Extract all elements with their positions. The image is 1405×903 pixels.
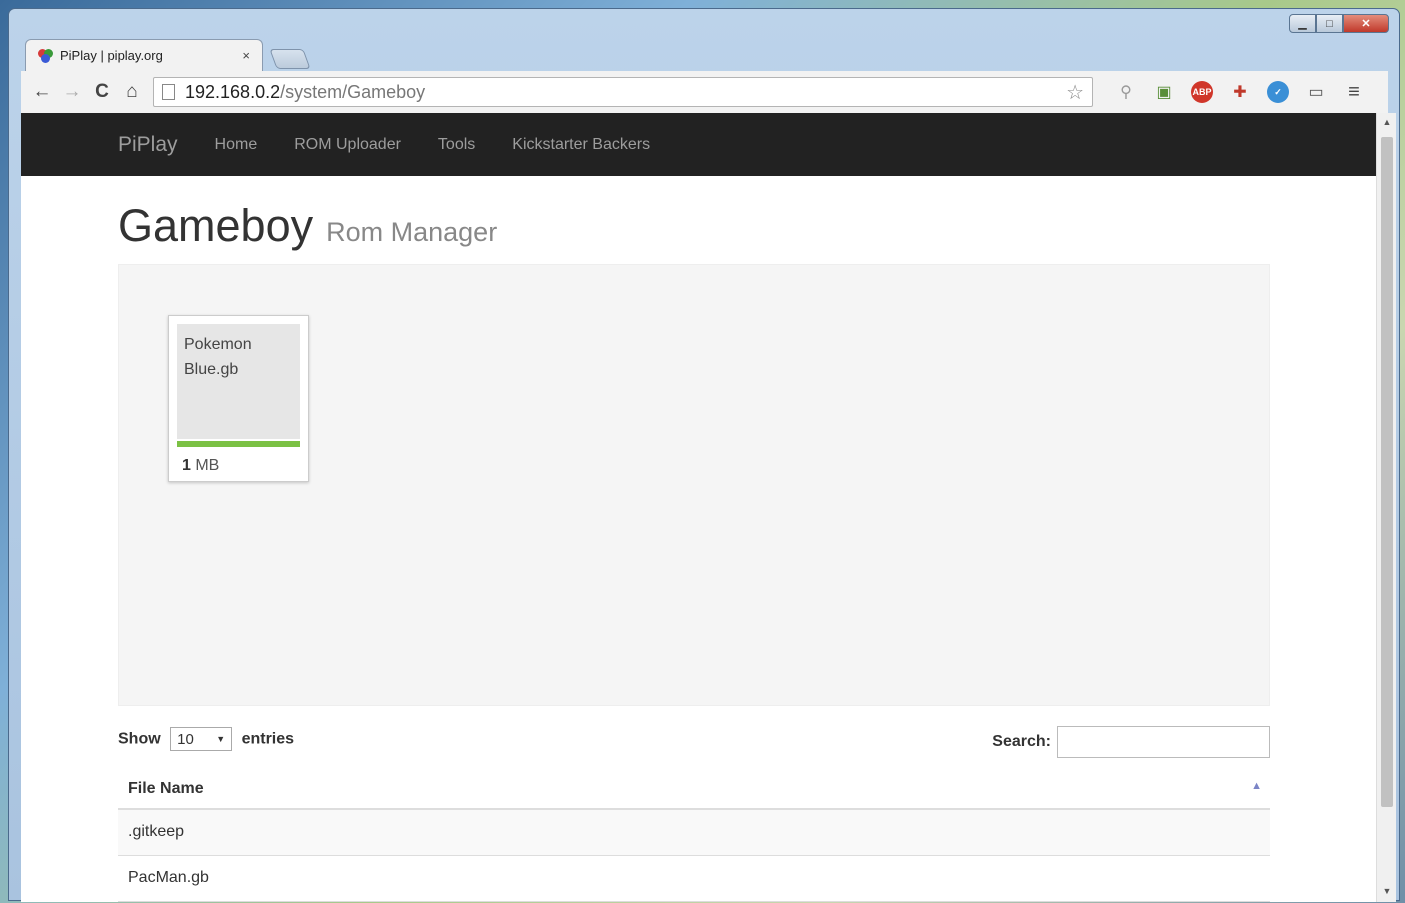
scroll-down-icon[interactable]: ▼ [1377,886,1397,896]
search-input[interactable] [1057,726,1270,758]
site-navbar: PiPlay Home ROM Uploader Tools Kickstart… [21,113,1376,176]
url-path: /system/Gameboy [280,81,426,102]
url-host: 192.168.0.2 [185,81,281,102]
browser-tab[interactable]: PiPlay | piplay.org × [25,39,263,71]
rom-name-line1: Pokemon [184,336,252,353]
table-row[interactable]: PacMan.gb [118,855,1270,902]
check-ext-icon[interactable]: ✓ [1259,81,1297,103]
puzzle-ext-icon[interactable]: ✚ [1221,82,1259,102]
search-label: Search: [992,733,1051,750]
bookmark-star-icon[interactable]: ☆ [1066,80,1084,105]
table-header-row: File Name ▲ [118,770,1270,810]
window-controls: ▁ □ ✕ [1289,14,1389,33]
file-name-cell: PacMan.gb [118,855,1270,902]
rom-size-value: 1 [182,457,191,474]
page-header: Gameboy Rom Manager [118,200,1270,252]
sort-ascending-icon: ▲ [1251,780,1262,792]
nav-link-home[interactable]: Home [215,136,258,154]
extension-icons: ⚲ ▣ ABP ✚ ✓ ▭ ≡ [1107,81,1373,104]
minimize-button[interactable]: ▁ [1289,14,1316,33]
close-window-button[interactable]: ✕ [1343,14,1389,33]
vertical-scrollbar[interactable]: ▲ ▼ [1376,113,1396,902]
rom-file-size: 1 MB [177,457,300,475]
file-name-cell: .gitkeep [118,809,1270,856]
address-bar[interactable]: 192.168.0.2/system/Gameboy ☆ [153,77,1093,107]
rom-file-thumbnail: Pokemon Blue.gb [177,324,300,439]
home-icon[interactable]: ⌂ [117,81,147,103]
chevron-down-icon: ▼ [216,734,226,744]
new-tab-button[interactable] [269,49,311,69]
entries-select[interactable]: 10 ▼ [170,727,233,751]
tab-close-icon[interactable]: × [242,48,250,63]
main-content: Gameboy Rom Manager Pokemon Blue.gb 1 MB… [21,200,1270,902]
entries-value: 10 [177,730,194,748]
rom-file-table: File Name ▲ .gitkeep PacMan.gb [118,770,1270,902]
rom-name-line2: Blue.gb [184,361,239,378]
browser-window: ▁ □ ✕ PiPlay | piplay.org × ← → C ⌂ 192.… [8,8,1400,902]
page-icon [162,84,175,100]
clipboard-ext-icon[interactable]: ▣ [1145,82,1183,102]
back-icon[interactable]: ← [27,81,57,103]
column-header-label: File Name [128,780,204,797]
forward-icon[interactable]: → [57,81,87,103]
adblock-ext-icon[interactable]: ABP [1183,81,1221,103]
table-row[interactable]: .gitkeep [118,809,1270,856]
scrollbar-thumb[interactable] [1381,137,1393,807]
nav-link-rom-uploader[interactable]: ROM Uploader [294,136,401,154]
reload-icon[interactable]: C [87,81,117,103]
upload-progress-bar [177,441,300,447]
search-control: Search: [992,726,1270,758]
tab-strip: PiPlay | piplay.org × [25,39,311,71]
page-title: Gameboy [118,200,314,251]
entries-label: entries [241,730,295,748]
maximize-button[interactable]: □ [1316,14,1343,33]
piplay-favicon-icon [38,48,54,64]
tab-title: PiPlay | piplay.org [60,48,163,63]
length-control: Show 10 ▼ entries [118,727,294,751]
column-header-file-name[interactable]: File Name ▲ [118,770,1270,810]
navbar-brand[interactable]: PiPlay [118,133,178,157]
page-viewport: PiPlay Home ROM Uploader Tools Kickstart… [21,113,1376,902]
rom-preview-card: Pokemon Blue.gb 1 MB [168,315,309,482]
scroll-up-icon[interactable]: ▲ [1377,117,1397,127]
rom-size-unit: MB [190,457,220,474]
rom-dropzone[interactable]: Pokemon Blue.gb 1 MB [118,264,1270,706]
search-ext-icon[interactable]: ⚲ [1107,82,1145,102]
browser-toolbar: ← → C ⌂ 192.168.0.2/system/Gameboy ☆ ⚲ ▣… [21,71,1388,113]
cast-icon[interactable]: ▭ [1297,82,1335,102]
nav-link-tools[interactable]: Tools [438,136,475,154]
show-label: Show [118,730,161,748]
table-controls: Show 10 ▼ entries Search: [118,720,1270,758]
menu-icon[interactable]: ≡ [1335,81,1373,104]
nav-link-kickstarter-backers[interactable]: Kickstarter Backers [512,136,650,154]
page-subtitle: Rom Manager [326,217,498,247]
